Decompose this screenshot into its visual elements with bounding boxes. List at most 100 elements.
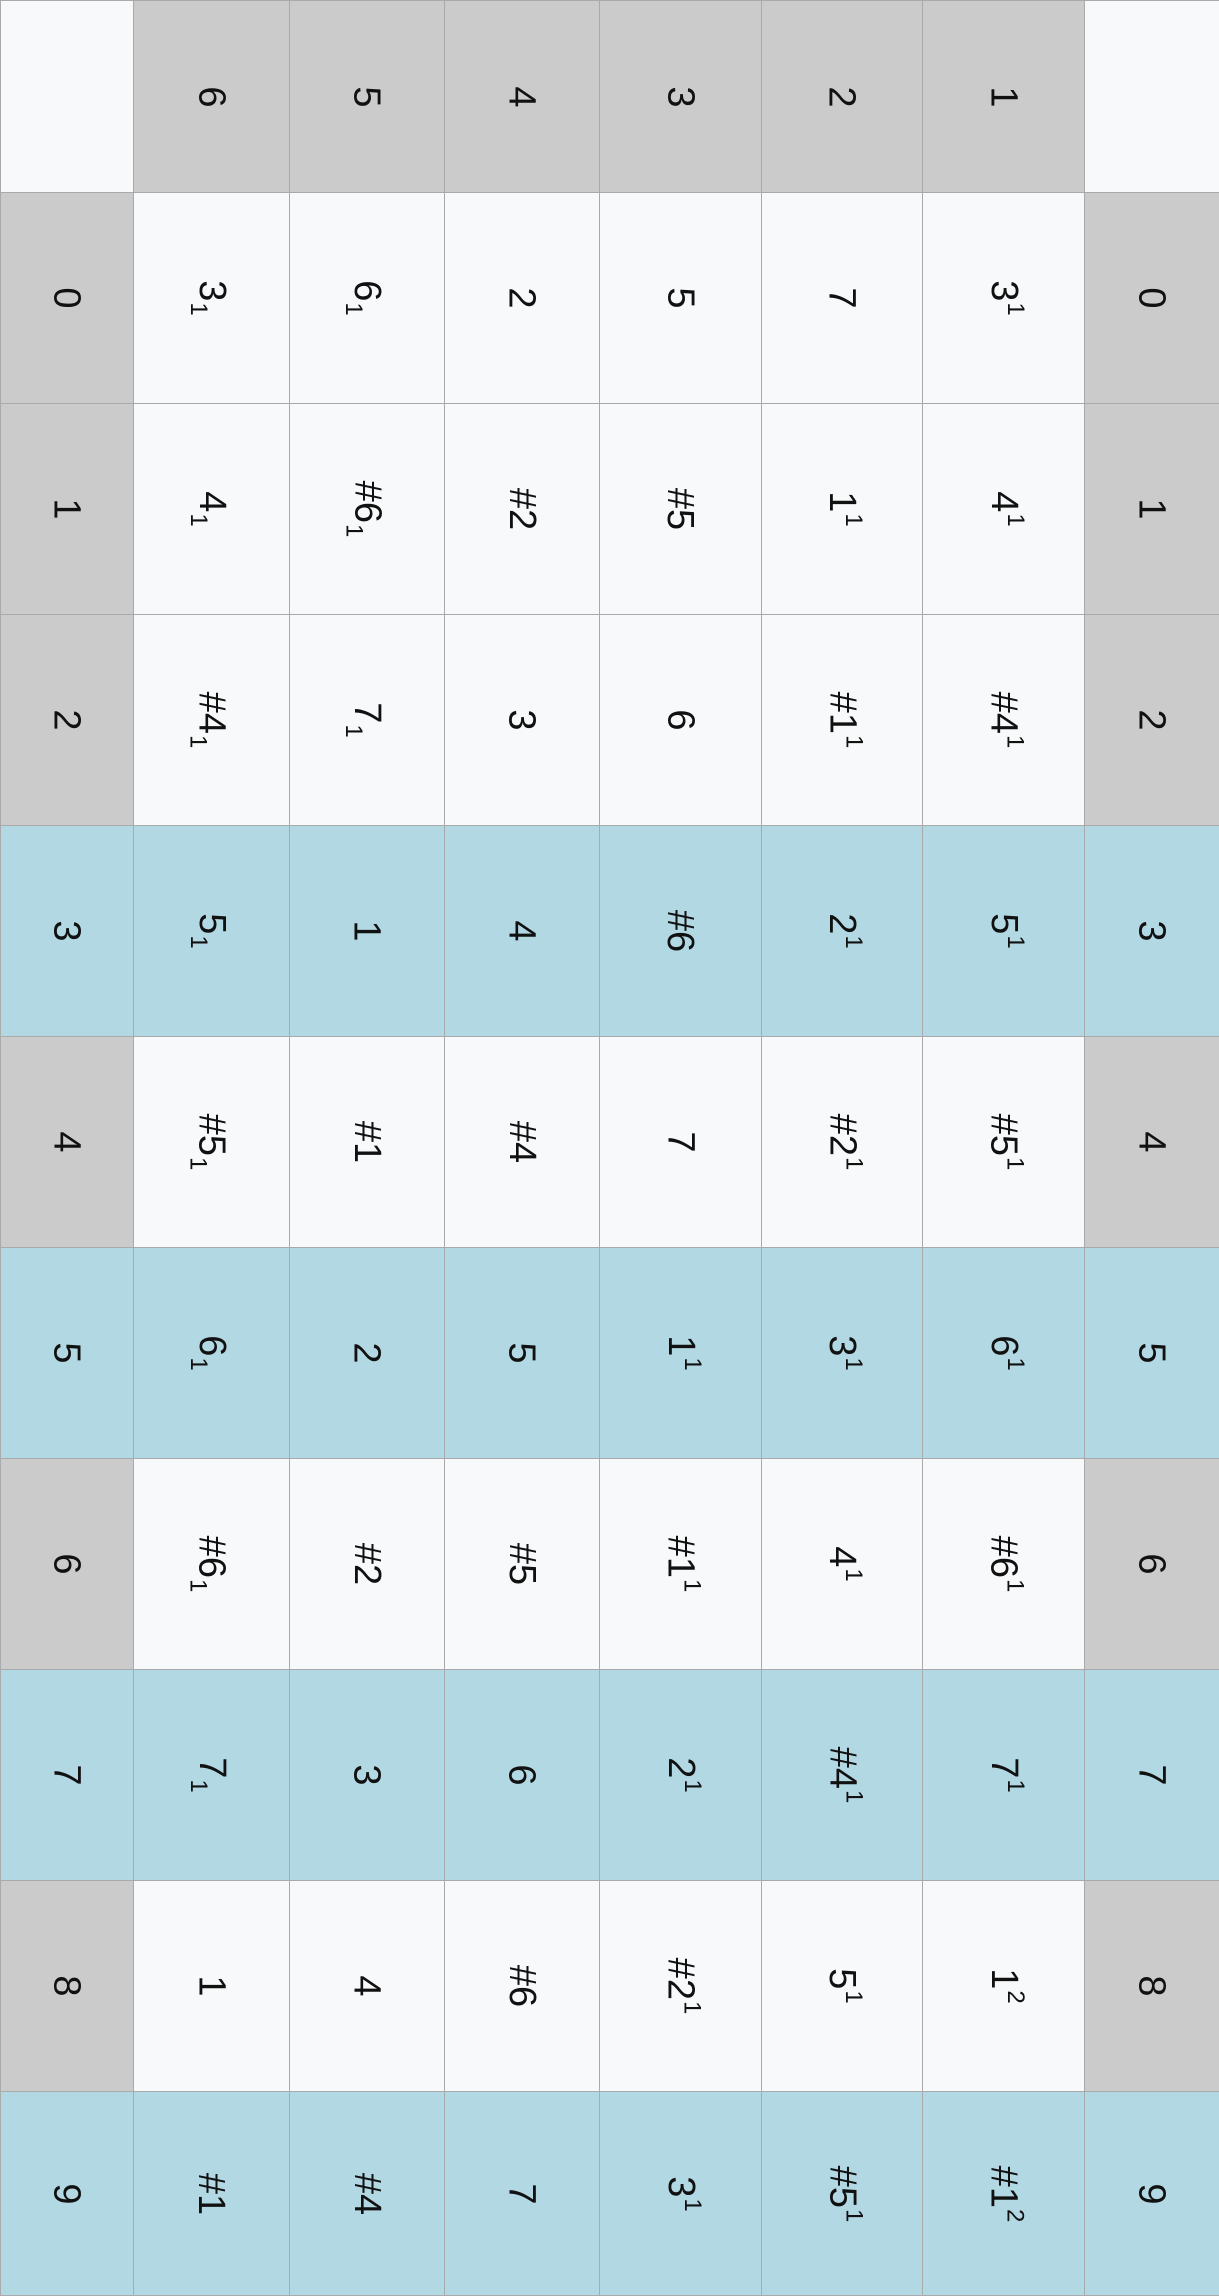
note-label-text: 6	[500, 1764, 543, 1786]
note-label: 5	[659, 287, 701, 308]
note-label-text: 3	[190, 280, 233, 302]
note-cell[interactable]: 41	[133, 403, 290, 615]
note-cell[interactable]: #4	[289, 2091, 445, 2296]
row-label-text: 9	[1130, 2182, 1173, 2205]
note-cell[interactable]: 21	[761, 825, 923, 1037]
note-cell[interactable]: 11	[761, 403, 923, 615]
note-cell[interactable]: 61	[289, 192, 445, 404]
note-cell[interactable]: #1 2	[922, 2091, 1085, 2296]
note-cell[interactable]: 2	[289, 1247, 445, 1459]
note-cell[interactable]: #4 1	[133, 614, 290, 826]
note-label-text: 2	[345, 1342, 388, 1364]
row-label: 4	[46, 1131, 88, 1152]
row-label-text: 8	[1130, 1975, 1173, 1997]
note-cell[interactable]: 3	[289, 1669, 445, 1881]
note-cell[interactable]: 4	[444, 825, 600, 1037]
note-cell[interactable]: 61	[922, 1247, 1085, 1459]
note-cell[interactable]: 6	[599, 614, 762, 826]
row-label: 4	[1131, 1131, 1173, 1152]
note-cell[interactable]: #5 1	[922, 1036, 1085, 1248]
note-cell[interactable]: 6	[444, 1669, 600, 1881]
note-cell[interactable]: 41	[761, 1458, 923, 1670]
note-cell[interactable]: 31	[133, 192, 290, 404]
row-label-left: 5	[0, 1247, 134, 1459]
note-cell[interactable]: #2 1	[761, 1036, 923, 1248]
note-cell[interactable]: 3	[444, 614, 600, 826]
note-cell[interactable]: 7	[761, 192, 923, 404]
note-cell[interactable]: 51	[922, 825, 1085, 1037]
note-cell[interactable]: #6 1	[289, 403, 445, 615]
note-label-octave-up: 1	[840, 1990, 867, 2004]
note-cell[interactable]: #5	[444, 1458, 600, 1670]
note-label-text: #1	[982, 2165, 1025, 2208]
note-label: #1	[190, 2172, 233, 2215]
row-label: 7	[1131, 1764, 1173, 1785]
note-label: #1 2	[982, 2165, 1028, 2222]
note-cell[interactable]: 7	[599, 1036, 762, 1248]
note-cell[interactable]: 1	[133, 1880, 290, 2092]
note-label: 31	[185, 280, 233, 316]
note-cell[interactable]: 71	[289, 614, 445, 826]
note-cell[interactable]: 51	[761, 1880, 923, 2092]
note-cell[interactable]: 11	[599, 1247, 762, 1459]
note-cell[interactable]: #6	[444, 1880, 600, 2092]
note-label: 12	[983, 1968, 1029, 2004]
column-header-label: 1	[982, 86, 1024, 107]
note-cell[interactable]: #2	[444, 403, 600, 615]
note-label-octave-down: 1	[184, 302, 212, 316]
note-cell[interactable]: #6 1	[133, 1458, 290, 1670]
note-label: #6 1	[340, 481, 388, 538]
note-cell[interactable]: #2 1	[599, 1880, 762, 2092]
note-cell[interactable]: 31	[599, 2091, 762, 2296]
note-cell[interactable]: 71	[922, 1669, 1085, 1881]
note-cell[interactable]: 1	[289, 825, 445, 1037]
note-label: #2	[346, 1543, 388, 1585]
note-cell[interactable]: 31	[922, 192, 1085, 404]
row-label: 5	[1131, 1342, 1173, 1363]
note-cell[interactable]: #6	[599, 825, 762, 1037]
note-cell[interactable]: #1 1	[599, 1458, 762, 1670]
note-label-text: 7	[820, 287, 863, 309]
note-label-text: 3	[500, 709, 543, 731]
row-label-right: 9	[1084, 2091, 1219, 2296]
note-cell[interactable]: 4	[289, 1880, 445, 2092]
note-label-text: #1	[190, 2172, 233, 2215]
note-cell[interactable]: #4	[444, 1036, 600, 1248]
note-cell[interactable]: 12	[922, 1880, 1085, 2092]
note-label-octave-up: 1	[839, 734, 867, 749]
note-cell[interactable]: #5 1	[761, 2091, 923, 2296]
note-cell[interactable]: #5 1	[133, 1036, 290, 1248]
note-label-octave-down: 1	[340, 724, 367, 738]
note-cell[interactable]: 21	[599, 1669, 762, 1881]
note-cell[interactable]: #6 1	[922, 1458, 1085, 1670]
note-cell[interactable]: 7	[444, 2091, 600, 2296]
note-cell[interactable]: #5	[599, 403, 762, 615]
note-cell[interactable]: #1	[133, 2091, 290, 2296]
note-cell[interactable]: 61	[133, 1247, 290, 1459]
note-label-text: #4	[501, 1120, 543, 1164]
note-cell[interactable]: #1	[289, 1036, 445, 1248]
row-label-text: 6	[45, 1553, 88, 1575]
note-cell[interactable]: 5	[444, 1247, 600, 1459]
note-label: #4	[346, 2172, 388, 2214]
row-label-text: 2	[45, 709, 88, 731]
note-label: 2	[501, 287, 543, 308]
note-cell[interactable]: 71	[133, 1669, 290, 1881]
note-cell[interactable]: #4 1	[922, 614, 1085, 826]
note-cell[interactable]: #1 1	[761, 614, 923, 826]
row-label: 9	[1130, 2182, 1173, 2205]
note-cell[interactable]: 5	[599, 192, 762, 404]
note-label-text: 7	[190, 1757, 233, 1779]
note-cell[interactable]: 2	[444, 192, 600, 404]
row-label-text: 9	[45, 2182, 88, 2205]
note-label-text: 4	[982, 491, 1025, 513]
note-cell[interactable]: 41	[922, 403, 1085, 615]
note-label-text: 6	[346, 280, 388, 302]
note-label: 61	[185, 1335, 233, 1371]
note-label: #6 1	[184, 1536, 232, 1593]
note-cell[interactable]: 51	[133, 825, 290, 1037]
note-cell[interactable]: 31	[761, 1247, 923, 1459]
note-cell[interactable]: #4 1	[761, 1669, 923, 1881]
row-label: 2	[45, 709, 88, 731]
note-cell[interactable]: #2	[289, 1458, 445, 1670]
